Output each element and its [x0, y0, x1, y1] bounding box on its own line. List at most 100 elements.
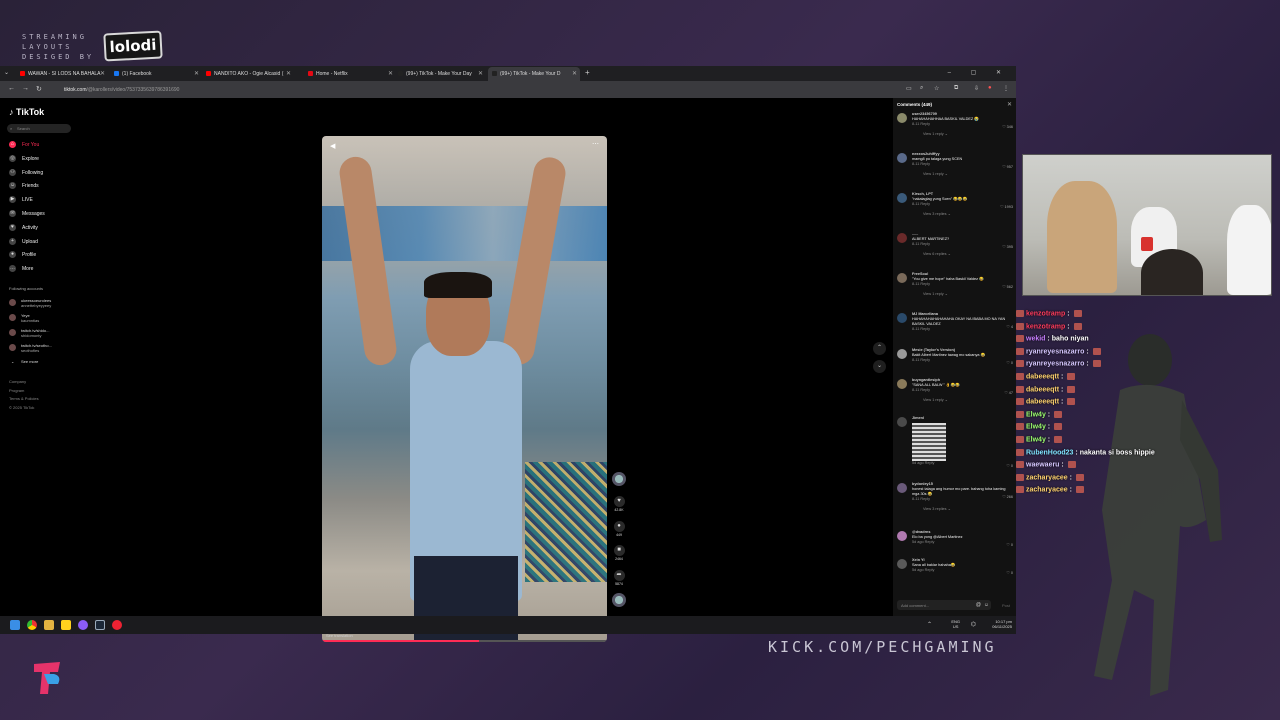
chat-username[interactable]: zacharyacee: [1026, 487, 1068, 494]
emoji-icon[interactable]: ☺: [984, 602, 989, 608]
zoom-icon[interactable]: ⌕: [920, 85, 923, 92]
mention-icon[interactable]: @: [976, 602, 981, 608]
next-video-button[interactable]: ⌄: [873, 360, 886, 373]
chat-username[interactable]: wekid: [1026, 336, 1045, 343]
chat-username[interactable]: Elw4y: [1026, 411, 1046, 418]
menu-icon[interactable]: ⋮: [1003, 85, 1009, 92]
comment-meta[interactable]: 8-11 Reply: [912, 358, 1013, 363]
language-indicator[interactable]: ENG US: [951, 619, 960, 629]
sidebar-item-upload[interactable]: + Upload: [9, 237, 38, 247]
comment-meta[interactable]: 8-11 Reply: [912, 202, 1013, 207]
avatar[interactable]: [897, 559, 907, 569]
cast-icon[interactable]: ▭: [906, 85, 912, 92]
following-account[interactable]: Yeye kaumntias: [9, 313, 39, 323]
avatar[interactable]: [897, 531, 907, 541]
footer-link[interactable]: Program: [9, 388, 24, 393]
comment-image[interactable]: [912, 423, 946, 461]
view-replies-link[interactable]: View 1 reply ⌄: [923, 132, 1013, 137]
search-input[interactable]: ⌕ Search: [7, 124, 71, 133]
sidebar-item-live[interactable]: ▶ LIVE: [9, 195, 33, 205]
browser-tab[interactable]: Home - Netflix ✕: [304, 67, 396, 81]
browser-tab[interactable]: WAWAN - SI LODS NA BAHALA ✕: [16, 67, 108, 81]
comment-meta[interactable]: 8-11 Reply: [912, 388, 1013, 393]
comment-meta[interactable]: 5d ago Reply: [912, 461, 1013, 466]
chat-username[interactable]: RubenHood23: [1026, 449, 1073, 456]
avatar[interactable]: [897, 379, 907, 389]
comment-like-button[interactable]: ♡ 0: [1006, 571, 1013, 576]
tiktok-logo[interactable]: ♪ TikTok: [9, 107, 44, 117]
comment-user[interactable]: Jimenl: [912, 416, 1013, 421]
following-account[interactable]: twitch.tv/shido... shidomonty: [9, 328, 49, 338]
forward-icon[interactable]: →: [22, 85, 29, 92]
bookmark-button[interactable]: ■ 2464: [612, 545, 626, 561]
sidebar-item-messages[interactable]: ✉ Messages: [9, 209, 45, 219]
extensions-icon[interactable]: ⧉: [954, 85, 958, 92]
chat-username[interactable]: dabeeeqtt: [1026, 386, 1059, 393]
footer-link[interactable]: Company: [9, 379, 26, 384]
avatar[interactable]: [897, 349, 907, 359]
window-controls[interactable]: – ▢ ✕: [948, 69, 1010, 76]
close-icon[interactable]: ✕: [1007, 101, 1012, 108]
avatar[interactable]: [897, 113, 907, 123]
network-icon[interactable]: ⌬: [971, 621, 976, 628]
tab-close-icon[interactable]: ✕: [286, 70, 291, 77]
obs-icon[interactable]: [112, 620, 122, 630]
downloads-icon[interactable]: ⇩: [974, 85, 979, 92]
see-more-link[interactable]: ⌄ See more: [9, 359, 38, 364]
view-replies-link[interactable]: View 1 reply ⌄: [923, 172, 1013, 177]
add-comment-input[interactable]: Add comment... @ ☺: [897, 600, 991, 610]
file-explorer-icon[interactable]: [44, 620, 54, 630]
comment-meta[interactable]: 5d ago Reply: [912, 540, 1013, 545]
view-replies-link[interactable]: View 6 replies ⌄: [923, 252, 1013, 257]
start-icon[interactable]: [10, 620, 20, 630]
tray-chevron-icon[interactable]: ⌃: [927, 621, 932, 628]
view-replies-link[interactable]: View 3 replies ⌄: [923, 212, 1013, 217]
following-account[interactable]: ukeessoeurolees annettebyeyyeey: [9, 298, 51, 308]
bookmark-star-icon[interactable]: ☆: [934, 85, 939, 92]
footer-link[interactable]: Terms & Policies: [9, 396, 39, 401]
comment-like-button[interactable]: ♡ 395: [1002, 245, 1013, 250]
tab-close-icon[interactable]: ✕: [194, 70, 199, 77]
chat-username[interactable]: Elw4y: [1026, 436, 1046, 443]
view-replies-link[interactable]: View 3 replies ⌄: [923, 507, 1013, 512]
tab-close-icon[interactable]: ✕: [572, 70, 577, 77]
new-tab-button[interactable]: +: [585, 68, 590, 77]
chat-username[interactable]: kenzotramp: [1026, 323, 1065, 330]
chat-username[interactable]: zacharyacee: [1026, 474, 1068, 481]
profile-icon[interactable]: ●: [988, 85, 992, 91]
chat-username[interactable]: Elw4y: [1026, 424, 1046, 431]
comment-like-button[interactable]: ♡ 1993: [1000, 205, 1013, 210]
sidebar-item-activity[interactable]: ♥ Activity: [9, 223, 38, 233]
view-replies-link[interactable]: View 1 reply ⌄: [923, 398, 1013, 403]
comment-like-button[interactable]: ♡ 0: [1006, 543, 1013, 548]
clock[interactable]: 10:17 pm 06/11/2025: [992, 619, 1012, 629]
chrome-icon[interactable]: [27, 620, 37, 630]
browser-tab[interactable]: (99+) TikTok - Make Your Day ✕: [394, 67, 486, 81]
discord-icon[interactable]: [78, 620, 88, 630]
avatar[interactable]: [897, 273, 907, 283]
creator-avatar[interactable]: [612, 472, 626, 487]
chat-username[interactable]: kenzotramp: [1026, 310, 1065, 317]
tab-close-icon[interactable]: ✕: [478, 70, 483, 77]
comment-meta[interactable]: 8-11 Reply: [912, 327, 1013, 332]
tab-close-icon[interactable]: ✕: [388, 70, 393, 77]
post-button[interactable]: Post: [1002, 603, 1010, 608]
chat-username[interactable]: dabeeeqtt: [1026, 399, 1059, 406]
avatar[interactable]: [897, 233, 907, 243]
avatar[interactable]: [897, 193, 907, 203]
tab-list-icon[interactable]: ⌄: [4, 69, 9, 76]
browser-tab[interactable]: NANDITO AKO - Ogie Alcasid (✕: [202, 67, 294, 81]
back-icon[interactable]: ←: [8, 85, 15, 92]
sticky-notes-icon[interactable]: [61, 620, 71, 630]
chat-username[interactable]: ryanreyesnazarro: [1026, 361, 1084, 368]
chat-username[interactable]: waewaeru: [1026, 462, 1059, 469]
sidebar-item-following[interactable]: ⚇ Following: [9, 168, 43, 178]
following-account[interactable]: twitch.tv/seotho... seothofies: [9, 343, 52, 353]
avatar[interactable]: [897, 483, 907, 493]
chat-username[interactable]: ryanreyesnazarro: [1026, 348, 1084, 355]
avatar[interactable]: [897, 313, 907, 323]
share-button[interactable]: ➦ 5874: [612, 570, 626, 586]
comment-meta[interactable]: 8-11 Reply: [912, 282, 1013, 287]
comment-meta[interactable]: 8-11 Reply: [912, 162, 1013, 167]
avatar[interactable]: [897, 417, 907, 427]
